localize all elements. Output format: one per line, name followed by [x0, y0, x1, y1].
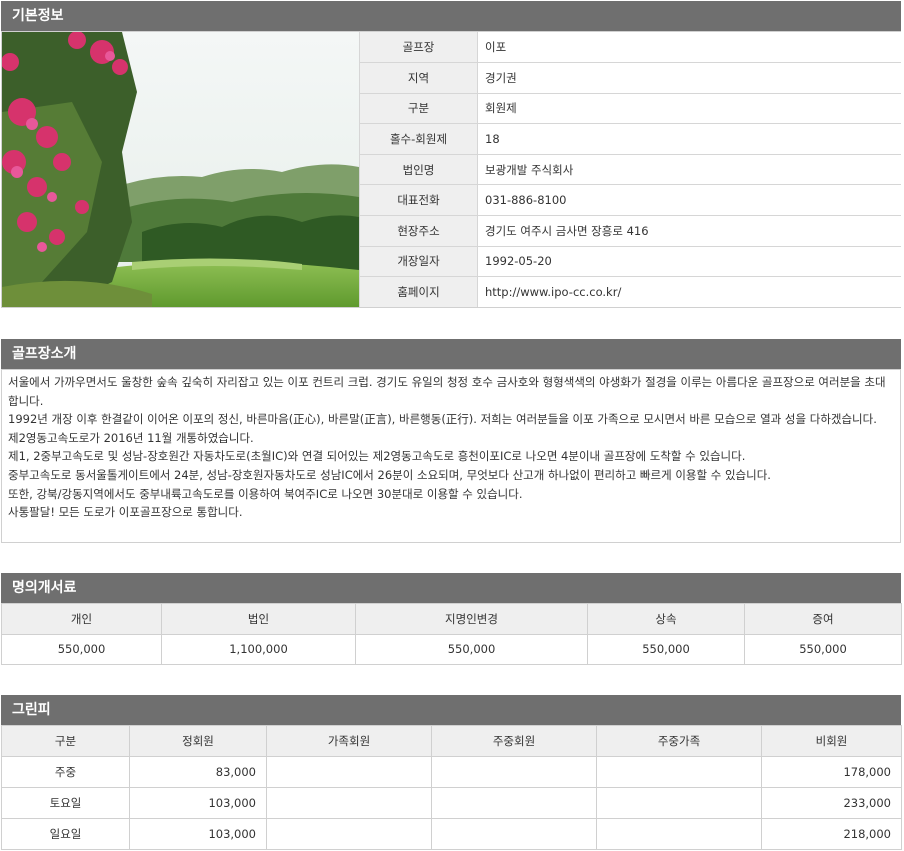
- intro-line: 또한, 강북/강동지역에서도 중부내륙고속도로를 이용하여 북여주IC로 나오면…: [8, 486, 523, 501]
- info-label: 지역: [359, 62, 478, 94]
- fee-weekday: [431, 756, 597, 788]
- info-label: 개장일자: [359, 246, 478, 278]
- day-label: 토요일: [1, 787, 130, 819]
- fee-weekday-family: [596, 818, 762, 850]
- info-label: 대표전화: [359, 184, 478, 217]
- info-value-corporation: 보광개발 주식회사: [477, 154, 901, 186]
- golf-course-photo: [2, 32, 359, 307]
- info-row-opened: 개장일자 1992-05-20: [359, 246, 901, 278]
- transfer-fee-table: 개인 법인 지명인변경 상속 증여 550,000 1,100,000 550,…: [1, 603, 902, 665]
- intro-line: 사통팔달! 모든 도로가 이포골프장으로 통합니다.: [8, 505, 243, 520]
- fee-value: 550,000: [355, 633, 588, 665]
- fee-weekday: [431, 787, 597, 819]
- fee-family: [266, 787, 432, 819]
- column-header: 정회원: [129, 725, 267, 757]
- column-header: 주중가족: [596, 725, 762, 757]
- info-row-course: 골프장 이포: [359, 32, 901, 64]
- table-header-row: 구분 정회원 가족회원 주중회원 주중가족 비회원: [1, 725, 902, 757]
- info-value-address: 경기도 여주시 금사면 장흥로 416: [477, 215, 901, 247]
- fee-weekday-family: [596, 756, 762, 788]
- fee-value: 550,000: [744, 633, 902, 665]
- info-row-region: 지역 경기권: [359, 62, 901, 94]
- fee-value: 1,100,000: [161, 633, 356, 665]
- intro-line: 서울에서 가까우면서도 울창한 숲속 깊숙히 자리잡고 있는 이포 컨트리 크럽…: [8, 375, 886, 408]
- info-value-type: 회원제: [477, 93, 901, 125]
- day-label: 일요일: [1, 818, 130, 850]
- info-label: 골프장: [359, 32, 478, 64]
- column-header: 주중회원: [431, 725, 597, 757]
- info-row-address: 현장주소 경기도 여주시 금사면 장흥로 416: [359, 215, 901, 247]
- info-label: 홈페이지: [359, 276, 478, 308]
- golf-course-photo-image: [2, 32, 359, 307]
- basic-info-panel: 골프장 이포 지역 경기권 구분 회원제 홀수-회원제 18 법인명 보광개발 주식회사 …: [1, 31, 901, 308]
- info-row-homepage: 홈페이지 http://www.ipo-cc.co.kr/: [359, 276, 901, 308]
- day-label: 주중: [1, 756, 130, 788]
- fee-regular: 103,000: [129, 818, 267, 850]
- fee-weekday: [431, 818, 597, 850]
- info-label: 법인명: [359, 154, 478, 186]
- green-fee-table: 구분 정회원 가족회원 주중회원 주중가족 비회원 주중 83,000 178,…: [1, 725, 902, 850]
- table-header-row: 개인 법인 지명인변경 상속 증여: [1, 603, 902, 635]
- info-value-holes: 18: [477, 123, 901, 155]
- fee-regular: 83,000: [129, 756, 267, 788]
- fee-family: [266, 756, 432, 788]
- intro-line: 제2영동고속도로가 2016년 11월 개통하였습니다.: [8, 430, 254, 445]
- info-label: 현장주소: [359, 215, 478, 247]
- column-header: 지명인변경: [355, 603, 588, 635]
- info-value-course-name: 이포: [477, 32, 901, 64]
- fee-family: [266, 818, 432, 850]
- table-row: 550,000 1,100,000 550,000 550,000 550,00…: [1, 633, 902, 665]
- info-row-holes: 홀수-회원제 18: [359, 123, 901, 155]
- info-row-phone: 대표전화 031-886-8100: [359, 184, 901, 217]
- fee-nonmember: 218,000: [761, 818, 902, 850]
- table-row: 토요일 103,000 233,000: [1, 787, 902, 819]
- column-header: 개인: [1, 603, 162, 635]
- table-row: 주중 83,000 178,000: [1, 756, 902, 788]
- intro-text-panel: 서울에서 가까우면서도 울창한 숲속 깊숙히 자리잡고 있는 이포 컨트리 크럽…: [1, 369, 901, 543]
- info-label: 구분: [359, 93, 478, 125]
- fee-value: 550,000: [1, 633, 162, 665]
- intro-line: 제1, 2중부고속도로 및 성남-장호원간 자동차도로(초월IC)와 연결 되어…: [8, 449, 746, 464]
- info-value-opening-date: 1992-05-20: [477, 246, 901, 278]
- info-value-region: 경기권: [477, 62, 901, 94]
- column-header: 증여: [744, 603, 902, 635]
- info-row-corp: 법인명 보광개발 주식회사: [359, 154, 901, 186]
- intro-line: 1992년 개장 이후 한결같이 이어온 이포의 정신, 바른마음(正心), 바…: [8, 412, 877, 427]
- info-label: 홀수-회원제: [359, 123, 478, 155]
- fee-value: 550,000: [587, 633, 745, 665]
- column-header: 구분: [1, 725, 130, 757]
- column-header: 상속: [587, 603, 745, 635]
- fee-nonmember: 233,000: [761, 787, 902, 819]
- basic-info-table: 골프장 이포 지역 경기권 구분 회원제 홀수-회원제 18 법인명 보광개발 주식회사 …: [359, 32, 901, 308]
- green-fee-heading: 그린피: [1, 695, 901, 725]
- column-header: 가족회원: [266, 725, 432, 757]
- fee-nonmember: 178,000: [761, 756, 902, 788]
- fee-weekday-family: [596, 787, 762, 819]
- table-row: 일요일 103,000 218,000: [1, 818, 902, 850]
- info-value-phone: 031-886-8100: [477, 184, 901, 217]
- column-header: 법인: [161, 603, 356, 635]
- fee-regular: 103,000: [129, 787, 267, 819]
- intro-heading: 골프장소개: [1, 339, 901, 369]
- info-value-homepage-link[interactable]: http://www.ipo-cc.co.kr/: [477, 276, 901, 308]
- intro-line: 중부고속도로 동서울톨게이트에서 24분, 성남-장호원자동차도로 성남IC에서…: [8, 467, 771, 482]
- basic-info-heading: 기본정보: [1, 1, 901, 31]
- column-header: 비회원: [761, 725, 902, 757]
- transfer-fee-heading: 명의개서료: [1, 573, 901, 603]
- info-row-type: 구분 회원제: [359, 93, 901, 125]
